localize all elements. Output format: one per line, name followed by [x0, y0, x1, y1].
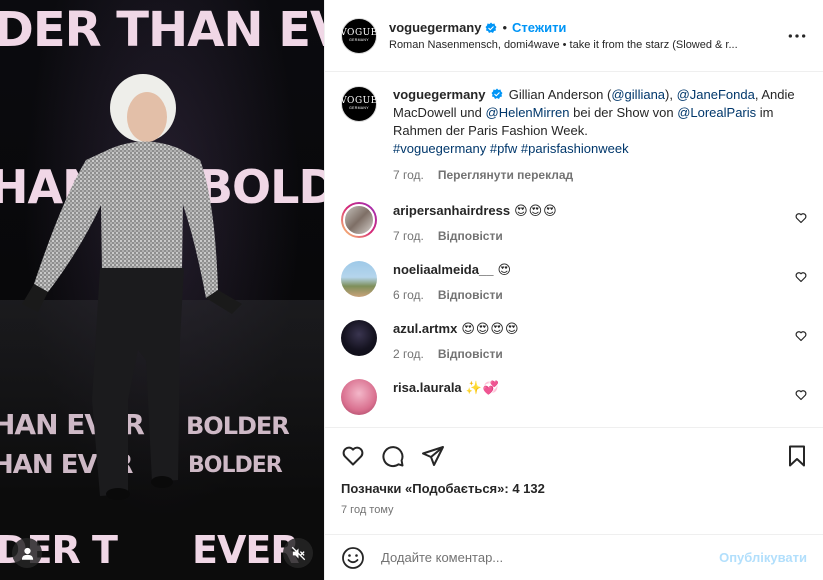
mute-icon — [291, 546, 305, 560]
comments-list[interactable]: VOGUE GERMANY voguegermany Gillian Ander… — [325, 72, 823, 427]
comment-time[interactable]: 7 год. — [393, 229, 424, 243]
reply-button[interactable]: Відповісти — [438, 229, 503, 243]
comment-text: ✨💞 — [465, 380, 501, 395]
comment-item: noeliaalmeida__ 😍 6 год. Відповісти — [341, 261, 807, 302]
post-modal: DER THAN EVER HAN BOLDER HAN EVER BOLDER… — [0, 0, 823, 580]
author-username[interactable]: voguegermany — [389, 20, 481, 35]
comment-username[interactable]: aripersanhairdress — [393, 203, 510, 218]
emoji-icon[interactable] — [341, 546, 365, 570]
caption-text: voguegermany Gillian Anderson (@gilliana… — [393, 86, 807, 158]
comment-item: aripersanhairdress 😍😍😍 7 год. Відповісти — [341, 202, 807, 243]
comment-avatar[interactable] — [341, 261, 377, 297]
reply-button[interactable]: Відповісти — [438, 347, 503, 361]
user-tag-icon — [21, 547, 33, 560]
post-caption: VOGUE GERMANY voguegermany Gillian Ander… — [340, 86, 807, 184]
post-action-bar — [325, 427, 823, 483]
post-details-panel: VOGUE GERMANY voguegermany • Стежити Rom… — [324, 0, 823, 580]
more-icon[interactable] — [787, 28, 807, 44]
post-header: VOGUE GERMANY voguegermany • Стежити Rom… — [325, 0, 823, 72]
heart-icon[interactable] — [795, 389, 807, 401]
comment-item: risa.laurala ✨💞 — [341, 379, 807, 415]
separator-dot: • — [502, 20, 508, 35]
post-media[interactable]: DER THAN EVER HAN BOLDER HAN EVER BOLDER… — [0, 0, 324, 580]
avatar-logo-subtext: GERMANY — [349, 37, 369, 42]
share-icon[interactable] — [421, 444, 445, 468]
user-tag-button[interactable] — [12, 538, 42, 568]
mention-link[interactable]: @HelenMirren — [486, 105, 570, 120]
verified-icon — [491, 88, 503, 99]
author-avatar[interactable]: VOGUE GERMANY — [340, 17, 378, 54]
avatar-logo-text: VOGUE — [340, 27, 378, 38]
comment-username[interactable]: risa.laurala — [393, 380, 462, 395]
likes-label: Позначки «Подобається»: — [341, 481, 513, 496]
comment-text: 😍 — [497, 262, 513, 277]
mention-link[interactable]: @LorealParis — [677, 105, 756, 120]
post-time[interactable]: 7 год тому — [325, 504, 823, 516]
avatar-logo-subtext: GERMANY — [349, 106, 369, 110]
likes-count[interactable]: Позначки «Подобається»: 4 132 — [325, 481, 823, 496]
likes-number: 4 132 — [512, 481, 545, 496]
add-comment-bar: Опублікувати — [325, 534, 823, 580]
avatar-logo-text: VOGUE — [340, 96, 378, 106]
caption-part: Gillian Anderson ( — [508, 87, 612, 102]
follow-button[interactable]: Стежити — [512, 20, 566, 35]
verified-icon — [485, 22, 497, 33]
caption-username[interactable]: voguegermany — [393, 87, 485, 102]
caption-part: ), — [665, 87, 677, 102]
comment-username[interactable]: noeliaalmeida__ — [393, 262, 493, 277]
comment-item: azul.artmx 😍😍😍😍 2 год. Відповісти — [341, 320, 807, 361]
bookmark-icon[interactable] — [785, 444, 809, 468]
comment-avatar[interactable] — [341, 202, 377, 238]
caption-part: bei der Show von — [569, 105, 678, 120]
audio-attribution[interactable]: Roman Nasenmensch, domi4wave • take it f… — [389, 39, 769, 51]
heart-icon[interactable] — [795, 212, 807, 224]
comment-avatar[interactable] — [341, 320, 377, 356]
like-heart-icon[interactable] — [341, 444, 365, 468]
caption-author-avatar[interactable]: VOGUE GERMANY — [340, 86, 378, 122]
runway-model-figure — [22, 74, 242, 500]
heart-icon[interactable] — [795, 330, 807, 342]
comment-text: 😍😍😍 — [514, 203, 558, 218]
caption-time[interactable]: 7 год. — [393, 166, 424, 184]
reply-button[interactable]: Відповісти — [438, 288, 503, 302]
hashtag-links[interactable]: #voguegermany #pfw #parisfashionweek — [393, 140, 807, 158]
comment-time[interactable]: 2 год. — [393, 347, 424, 361]
mention-link[interactable]: @JaneFonda — [677, 87, 755, 102]
post-comment-button[interactable]: Опублікувати — [719, 550, 807, 565]
mention-link[interactable]: @gilliana — [611, 87, 665, 102]
heart-icon[interactable] — [795, 271, 807, 283]
comment-avatar[interactable] — [341, 379, 377, 415]
see-translation-button[interactable]: Переглянути переклад — [438, 166, 573, 184]
comment-input[interactable] — [381, 550, 720, 565]
comment-time[interactable]: 6 год. — [393, 288, 424, 302]
comment-username[interactable]: azul.artmx — [393, 321, 457, 336]
mute-button[interactable] — [283, 538, 313, 568]
comment-icon[interactable] — [381, 444, 405, 468]
comment-text: 😍😍😍😍 — [461, 321, 520, 336]
